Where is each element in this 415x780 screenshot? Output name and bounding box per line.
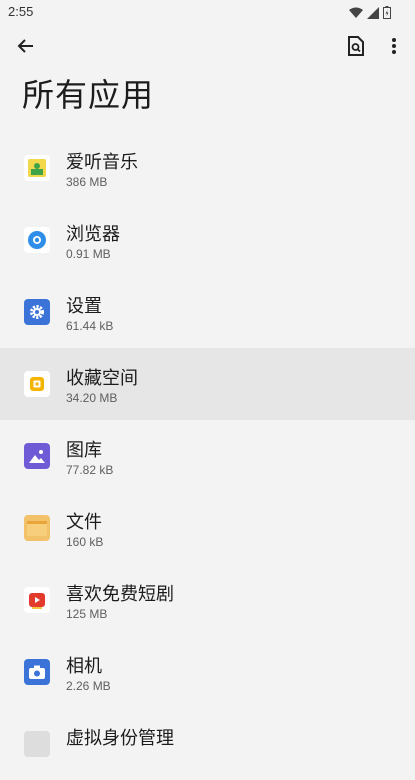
wifi-icon — [349, 4, 363, 23]
more-options-button[interactable] — [381, 35, 407, 61]
app-list: 爱听音乐 386 MB 浏览器 0.91 MB 设置 61.44 kB 收藏空间… — [0, 132, 415, 780]
app-name: 浏览器 — [66, 224, 120, 245]
app-name: 虚拟身份管理 — [66, 728, 174, 749]
signal-icon — [367, 4, 379, 23]
app-size: 0.91 MB — [66, 247, 111, 261]
app-row-camera[interactable]: 相机 2.26 MB — [0, 636, 415, 708]
app-name: 爱听音乐 — [66, 152, 138, 173]
status-time: 2:55 — [8, 4, 34, 19]
search-apps-button[interactable] — [343, 35, 369, 61]
app-row-browser[interactable]: 浏览器 0.91 MB — [0, 204, 415, 276]
short-drama-icon — [24, 587, 50, 613]
app-size: 61.44 kB — [66, 319, 114, 333]
browser-icon — [24, 227, 50, 253]
app-row-short-drama[interactable]: 喜欢免费短剧 125 MB — [0, 564, 415, 636]
settings-gear-icon — [24, 299, 50, 325]
app-row-virtual-identity[interactable]: 虚拟身份管理 — [0, 708, 415, 780]
more-vert-icon — [391, 37, 397, 59]
gallery-icon — [24, 443, 50, 469]
app-size: 160 kB — [66, 535, 104, 549]
back-button[interactable] — [12, 34, 40, 62]
toolbar — [0, 28, 415, 68]
virtual-identity-icon — [24, 731, 50, 757]
camera-icon — [24, 659, 50, 685]
status-icons — [349, 4, 391, 23]
collection-space-icon — [24, 371, 50, 397]
app-row-aiting-music[interactable]: 爱听音乐 386 MB — [0, 132, 415, 204]
app-name: 图库 — [66, 440, 102, 461]
music-app-icon — [24, 155, 50, 181]
app-size: 125 MB — [66, 607, 108, 621]
app-size: 34.20 MB — [66, 391, 118, 405]
app-row-files[interactable]: 文件 160 kB — [0, 492, 415, 564]
document-search-icon — [347, 36, 365, 60]
app-name: 喜欢免费短剧 — [66, 584, 174, 605]
app-row-collection-space[interactable]: 收藏空间 34.20 MB — [0, 348, 415, 420]
app-size: 77.82 kB — [66, 463, 114, 477]
back-arrow-icon — [17, 37, 35, 59]
app-name: 收藏空间 — [66, 368, 138, 389]
app-name: 相机 — [66, 656, 102, 677]
app-row-settings[interactable]: 设置 61.44 kB — [0, 276, 415, 348]
folder-icon — [24, 515, 50, 541]
app-size: 2.26 MB — [66, 679, 111, 693]
app-row-gallery[interactable]: 图库 77.82 kB — [0, 420, 415, 492]
app-name: 设置 — [66, 296, 102, 317]
page-title: 所有应用 — [22, 76, 155, 114]
status-bar: 2:55 — [0, 0, 415, 24]
app-size: 386 MB — [66, 175, 108, 189]
battery-icon — [383, 4, 391, 23]
app-name: 文件 — [66, 512, 102, 533]
